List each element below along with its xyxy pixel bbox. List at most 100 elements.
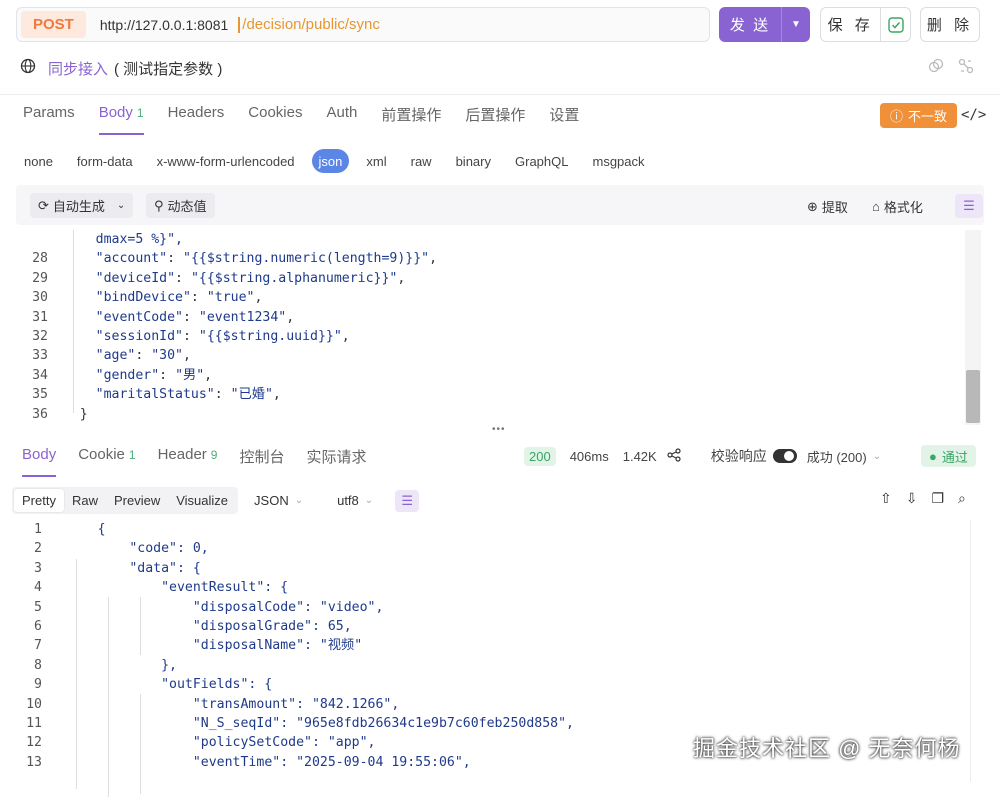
code-line: 5 "disposalCode": "video", xyxy=(14,598,964,617)
tab-auth[interactable]: Auth xyxy=(326,104,357,135)
code-line: 8 }, xyxy=(14,656,964,675)
response-tabs: Body Cookie 1 Header 9 控制台 实际请求 xyxy=(22,446,389,477)
tab-response-cookie[interactable]: Cookie 1 xyxy=(78,446,135,477)
format-button[interactable]: ⌂ 格式化 xyxy=(872,197,923,216)
upload-icon[interactable]: ⇧ xyxy=(880,490,892,507)
check-icon[interactable] xyxy=(880,8,910,41)
delete-button[interactable]: 删 除 xyxy=(920,7,980,42)
body-type-raw[interactable]: raw xyxy=(411,149,432,173)
view-pretty[interactable]: Pretty xyxy=(14,489,64,512)
tab-pre-script[interactable]: 前置操作 xyxy=(381,104,441,135)
view-modes: Pretty Raw Preview Visualize JSON ⌄ utf8… xyxy=(12,487,420,514)
tab-response-header[interactable]: Header 9 xyxy=(158,446,218,477)
wrap-lines-icon[interactable]: ☰ xyxy=(395,489,420,512)
body-type-msgpack[interactable]: msgpack xyxy=(592,149,644,173)
line-number: 1 xyxy=(34,522,42,537)
api-title: 同步接入 ( 测试指定参数 ) xyxy=(20,55,222,81)
wrap-lines-icon[interactable]: ☰ xyxy=(955,194,983,218)
resize-handle[interactable]: ••• xyxy=(492,424,506,435)
code-text: "outFields": { xyxy=(161,677,273,693)
code-line: 36 } xyxy=(14,405,964,424)
code-line: 2 "code": 0, xyxy=(14,539,964,558)
divider xyxy=(0,94,1000,95)
text-cursor xyxy=(238,16,241,33)
copy-icon[interactable]: ❐ xyxy=(931,490,944,507)
body-type-form-data[interactable]: form-data xyxy=(77,149,133,173)
body-type-urlencoded[interactable]: x-www-form-urlencoded xyxy=(157,149,295,173)
refresh-icon: ⟳ xyxy=(38,197,49,213)
download-icon[interactable]: ⇩ xyxy=(906,490,918,507)
save-button[interactable]: 保 存 xyxy=(820,7,911,42)
response-meta: 200 406ms 1.42K 校验响应 成功 (200) ⌄ xyxy=(524,446,881,466)
tab-body[interactable]: Body 1 xyxy=(98,104,144,135)
editor-scrollbar-thumb[interactable] xyxy=(966,370,980,423)
body-type-graphql[interactable]: GraphQL xyxy=(515,149,568,173)
code-line: 10 "transAmount": "842.1266", xyxy=(14,695,964,714)
url-host[interactable]: http://127.0.0.1:8081 xyxy=(100,17,228,33)
tab-headers[interactable]: Headers xyxy=(168,104,225,135)
body-type-binary[interactable]: binary xyxy=(456,149,491,173)
line-number: 3 xyxy=(34,560,42,576)
url-path[interactable]: /decision/public/sync xyxy=(242,16,380,33)
share-icon[interactable] xyxy=(667,447,681,465)
extract-button[interactable]: ⊕ 提取 xyxy=(807,197,848,216)
save-label[interactable]: 保 存 xyxy=(821,14,880,35)
json-value: "{{$string.alphanumeric}}" xyxy=(190,270,398,286)
tab-cookies[interactable]: Cookies xyxy=(248,104,302,135)
tab-settings[interactable]: 设置 xyxy=(549,104,579,135)
code-line: 30 "bindDevice": "true", xyxy=(14,288,964,307)
line-number: 13 xyxy=(26,754,42,770)
line-number: 35 xyxy=(32,387,48,403)
copy-icon[interactable] xyxy=(928,58,944,77)
method-select[interactable]: POST xyxy=(21,11,86,38)
tab-actual-request[interactable]: 实际请求 xyxy=(307,446,367,477)
json-key: "bindDevice" xyxy=(95,290,191,306)
line-number: 7 xyxy=(34,638,42,654)
chevron-down-icon[interactable]: ⌄ xyxy=(873,451,881,462)
send-button[interactable]: 发 送 ▼ xyxy=(719,7,810,42)
response-scrollbar[interactable] xyxy=(970,520,984,782)
extract-label: 提取 xyxy=(821,200,848,215)
request-body-editor[interactable]: dmax=5 %}", 28 "account": "{{$string.num… xyxy=(14,230,964,424)
body-type-json[interactable]: json xyxy=(311,149,350,173)
tab-header-label[interactable]: Header xyxy=(158,446,207,463)
chevron-down-icon[interactable]: ⌄ xyxy=(365,495,373,506)
dynamic-value-button[interactable]: ⚲ 动态值 xyxy=(146,193,215,218)
code-icon[interactable]: </> xyxy=(961,107,986,123)
tab-body-count: 1 xyxy=(136,106,144,120)
mismatch-badge[interactable]: ⓘ 不一致 xyxy=(880,103,958,128)
tab-post-script[interactable]: 后置操作 xyxy=(465,104,525,135)
body-type-none[interactable]: none xyxy=(24,149,53,173)
code-text: }, xyxy=(161,657,177,673)
body-type-xml[interactable]: xml xyxy=(366,149,386,173)
send-label[interactable]: 发 送 xyxy=(719,14,781,35)
validate-result-select[interactable]: 成功 (200) xyxy=(807,447,867,466)
status-code-badge: 200 xyxy=(524,446,556,466)
tab-cookie-label[interactable]: Cookie xyxy=(78,446,125,463)
chevron-down-icon[interactable]: ⌄ xyxy=(295,495,303,506)
json-value: "已婚" xyxy=(230,387,273,403)
share-nodes-icon[interactable] xyxy=(958,58,974,77)
view-visualize[interactable]: Visualize xyxy=(168,489,236,512)
code-text: "disposalCode": "video", xyxy=(192,599,384,615)
search-icon[interactable]: ⌕ xyxy=(958,490,966,507)
check-circle-icon: ● xyxy=(929,448,937,464)
api-name[interactable]: 同步接入 xyxy=(48,58,108,79)
json-value: "true" xyxy=(206,290,255,306)
view-preview[interactable]: Preview xyxy=(106,489,168,512)
tab-response-body[interactable]: Body xyxy=(22,446,57,477)
auto-generate-button[interactable]: ⟳ 自动生成 ⌄ xyxy=(30,193,134,218)
code-line: 9 "outFields": { xyxy=(14,675,964,694)
code-text: { xyxy=(97,522,106,537)
format-select[interactable]: JSON xyxy=(254,493,289,508)
format-label: 格式化 xyxy=(883,200,923,215)
view-raw[interactable]: Raw xyxy=(64,489,106,512)
tab-body-label[interactable]: Body xyxy=(99,104,133,121)
tab-console[interactable]: 控制台 xyxy=(239,446,284,477)
tab-params[interactable]: Params xyxy=(23,104,75,135)
validate-toggle[interactable] xyxy=(772,449,797,463)
url-bar[interactable]: POST http://127.0.0.1:8081 /decision/pub… xyxy=(16,7,710,42)
chevron-down-icon[interactable]: ▼ xyxy=(781,7,810,42)
extract-icon: ⊕ xyxy=(807,198,818,214)
encoding-select[interactable]: utf8 xyxy=(337,493,359,508)
